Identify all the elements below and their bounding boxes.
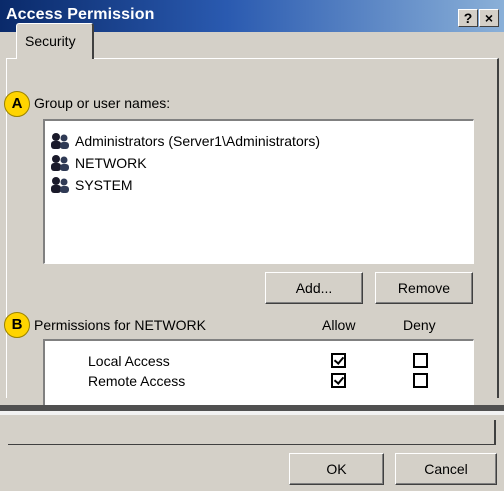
cutoff-divider-highlight (0, 411, 504, 415)
deny-checkbox-local-access[interactable] (413, 353, 428, 368)
tab-security[interactable]: Security (16, 23, 94, 59)
user-name: SYSTEM (75, 177, 133, 193)
group-user-list[interactable]: Administrators (Server1\Administrators) … (43, 119, 474, 264)
allow-checkbox-local-access[interactable] (331, 353, 346, 368)
users-group-icon (51, 133, 69, 149)
deny-column-header: Deny (403, 317, 436, 333)
permission-name: Local Access (88, 353, 170, 369)
callout-a: A (4, 91, 30, 117)
list-item[interactable]: NETWORK (49, 152, 147, 174)
ok-button[interactable]: OK (289, 453, 384, 485)
users-group-icon (51, 155, 69, 171)
allow-column-header: Allow (322, 317, 356, 333)
lower-panel-strip (8, 420, 496, 445)
group-names-label: Group or user names: (34, 95, 171, 111)
permissions-label: Permissions for NETWORK (34, 317, 206, 333)
help-icon[interactable]: ? (458, 9, 478, 27)
allow-checkbox-remote-access[interactable] (331, 373, 346, 388)
deny-checkbox-remote-access[interactable] (413, 373, 428, 388)
user-name: Administrators (Server1\Administrators) (75, 133, 321, 149)
users-group-icon (51, 177, 69, 193)
close-icon[interactable]: × (479, 9, 499, 27)
callout-b: B (4, 312, 30, 338)
permissions-list: Local Access Remote Access (43, 339, 474, 407)
window-title: Access Permission (6, 6, 155, 23)
list-item[interactable]: SYSTEM (49, 174, 133, 196)
tab-security-label: Security (25, 33, 76, 49)
permission-name: Remote Access (88, 373, 186, 389)
add-button[interactable]: Add... (265, 272, 363, 304)
remove-button[interactable]: Remove (375, 272, 473, 304)
cancel-button[interactable]: Cancel (395, 453, 497, 485)
user-name: NETWORK (75, 155, 147, 171)
list-item[interactable]: Administrators (Server1\Administrators) (49, 130, 320, 152)
